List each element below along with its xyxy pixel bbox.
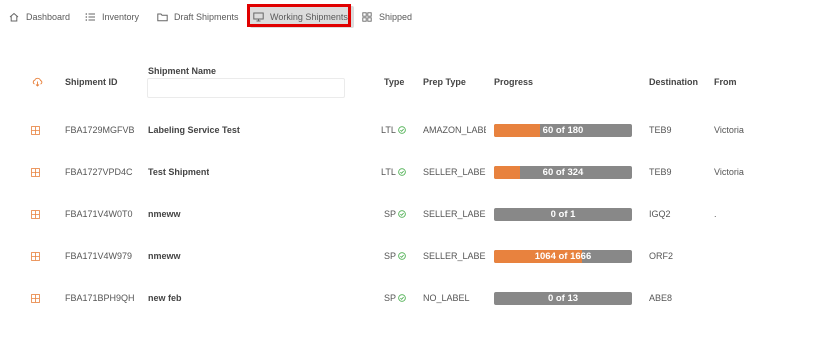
header-from[interactable]: From (714, 77, 737, 87)
destination: IGQ2 (649, 209, 671, 219)
shipment-name-filter-input[interactable] (147, 78, 345, 98)
grid-icon (361, 11, 373, 23)
check-circle-icon (398, 252, 406, 260)
shipment-id[interactable]: FBA171V4W0T0 (65, 203, 133, 225)
type-cell: SP (384, 245, 406, 267)
type-cell: SP (384, 287, 406, 309)
progress-text: 1064 of 1666 (534, 250, 592, 262)
home-icon (8, 11, 20, 23)
box-icon[interactable] (31, 119, 40, 141)
monitor-icon (252, 11, 264, 23)
header-prep-type[interactable]: Prep Type (423, 77, 466, 87)
prep-type: SELLER_LABEL (423, 167, 486, 177)
shipment-id[interactable]: FBA1729MGFVB (65, 119, 135, 141)
header-type[interactable]: Type (384, 77, 404, 87)
progress-bar: 60 of 324 (494, 165, 632, 179)
progress-text: 0 of 1 (550, 208, 576, 220)
destination: TEB9 (649, 167, 672, 177)
list-icon (84, 11, 96, 23)
from: Victoria (714, 125, 744, 135)
nav-shipped[interactable]: Shipped (361, 6, 412, 28)
header-shipment-id[interactable]: Shipment ID (65, 77, 118, 87)
progress-text: 0 of 13 (547, 292, 579, 304)
prep-type: NO_LABEL (423, 293, 470, 303)
progress-cell: 0 of 1 (494, 203, 632, 225)
progress-cell: 1064 of 1666 (494, 245, 632, 267)
shipment-name[interactable]: nmeww (148, 245, 181, 267)
progress-text: 60 of 324 (542, 166, 584, 178)
progress-cell: 60 of 324 (494, 161, 632, 183)
type-cell: SP (384, 203, 406, 225)
nav-draft-shipments[interactable]: Draft Shipments (156, 6, 239, 28)
table-row[interactable]: FBA171V4W0T0 nmeww SP SELLER_LABEL 0 of … (0, 203, 832, 225)
type-cell: LTL (381, 161, 406, 183)
progress-text: 60 of 180 (542, 124, 584, 136)
box-icon[interactable] (31, 161, 40, 183)
check-circle-icon (398, 210, 406, 218)
from: Victoria (714, 167, 744, 177)
progress-cell: 0 of 13 (494, 287, 632, 309)
nav-dashboard[interactable]: Dashboard (8, 6, 70, 28)
type-label: SP (384, 209, 397, 219)
nav-inventory[interactable]: Inventory (84, 6, 139, 28)
check-circle-icon (398, 294, 406, 302)
nav-shipped-label: Shipped (379, 12, 413, 22)
progress-cell: 60 of 180 (494, 119, 632, 141)
table-row[interactable]: FBA171BPH9QH new feb SP NO_LABEL 0 of 13… (0, 287, 832, 309)
nav-working-label: Working Shipments (270, 12, 348, 22)
check-circle-icon (398, 126, 406, 134)
progress-bar: 0 of 1 (494, 207, 632, 221)
nav-working-shipments[interactable]: Working Shipments (250, 6, 354, 28)
type-label: LTL (381, 125, 396, 135)
destination: TEB9 (649, 125, 672, 135)
cloud-download-icon[interactable] (32, 77, 43, 89)
box-icon[interactable] (31, 203, 40, 225)
progress-bar: 0 of 13 (494, 291, 632, 305)
nav-draft-label: Draft Shipments (174, 12, 239, 22)
header-destination[interactable]: Destination (649, 77, 698, 87)
box-icon[interactable] (31, 245, 40, 267)
header-shipment-name[interactable]: Shipment Name (148, 66, 216, 76)
destination: ABE8 (649, 293, 673, 303)
shipment-name[interactable]: nmeww (148, 203, 181, 225)
folder-icon (156, 11, 168, 23)
progress-bar: 60 of 180 (494, 123, 632, 137)
shipment-name[interactable]: Labeling Service Test (148, 119, 240, 141)
shipment-name[interactable]: Test Shipment (148, 161, 209, 183)
type-label: LTL (381, 167, 396, 177)
type-label: SP (384, 251, 397, 261)
shipment-id[interactable]: FBA1727VPD4C (65, 161, 133, 183)
shipment-id[interactable]: FBA171BPH9QH (65, 287, 135, 309)
shipment-name[interactable]: new feb (148, 287, 182, 309)
box-icon[interactable] (31, 287, 40, 309)
prep-type: AMAZON_LABE (423, 125, 486, 135)
nav-dashboard-label: Dashboard (26, 12, 71, 22)
table-row[interactable]: FBA1729MGFVB Labeling Service Test LTL A… (0, 119, 832, 141)
table-row[interactable]: FBA1727VPD4C Test Shipment LTL SELLER_LA… (0, 161, 832, 183)
prep-type: SELLER_LABEL (423, 209, 486, 219)
top-nav: Dashboard Inventory Draft Shipments Work… (0, 0, 832, 34)
prep-type: SELLER_LABEL (423, 251, 486, 261)
check-circle-icon (398, 168, 406, 176)
nav-inventory-label: Inventory (102, 12, 140, 22)
from: . (714, 209, 717, 219)
progress-bar: 1064 of 1666 (494, 249, 632, 263)
type-cell: LTL (381, 119, 406, 141)
shipment-id[interactable]: FBA171V4W979 (65, 245, 132, 267)
destination: ORF2 (649, 251, 674, 261)
header-progress[interactable]: Progress (494, 77, 533, 87)
table-row[interactable]: FBA171V4W979 nmeww SP SELLER_LABEL 1064 … (0, 245, 832, 267)
type-label: SP (384, 293, 397, 303)
